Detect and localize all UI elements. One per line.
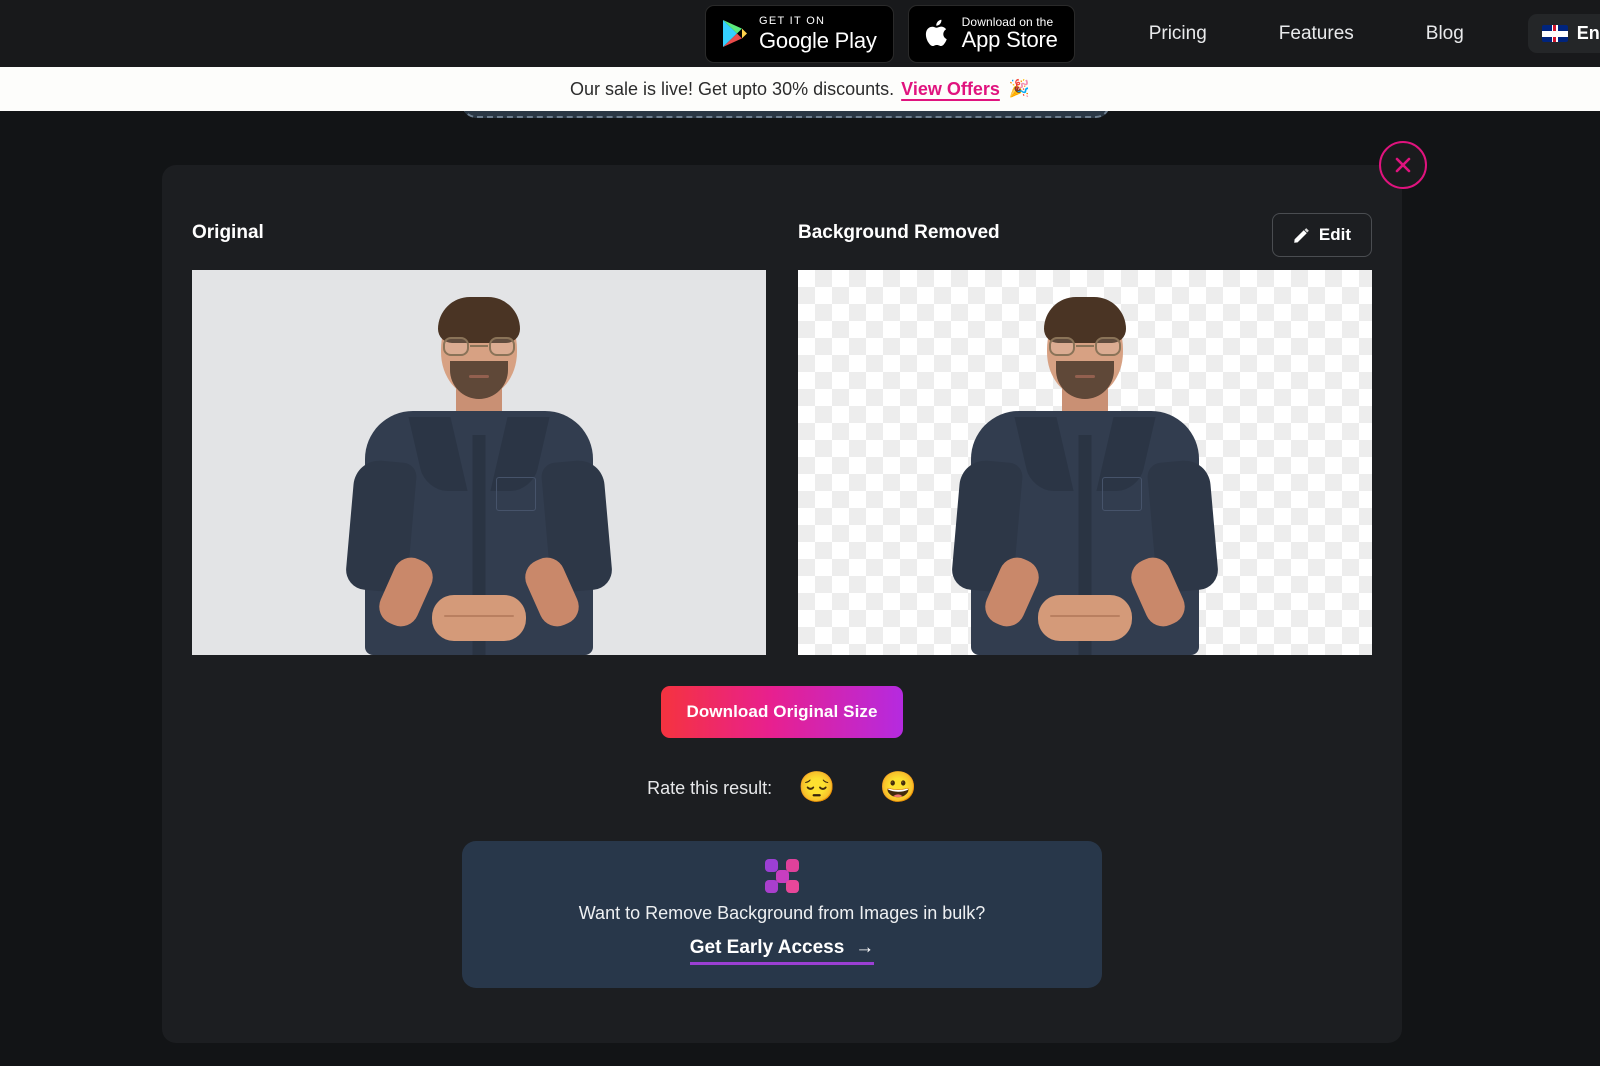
language-label: English — [1576, 23, 1600, 43]
app-store-big-label: App Store — [961, 27, 1058, 52]
google-play-small-label: GET IT ON — [759, 14, 826, 27]
uk-flag-icon — [1541, 25, 1568, 42]
close-button[interactable] — [1379, 141, 1427, 189]
google-play-badge-text: GET IT ON Google Play — [759, 14, 877, 53]
google-play-badge[interactable]: GET IT ON Google Play — [705, 4, 894, 63]
rating-label: Rate this result: — [647, 777, 773, 798]
background-removed-column-title: Background Removed — [798, 222, 1000, 243]
apple-icon — [925, 18, 951, 49]
bulk-promo-heading: Want to Remove Background from Images in… — [578, 903, 986, 923]
result-panel: Original Background Removed Edit Downloa… — [162, 165, 1402, 1043]
background-removed-image — [798, 270, 1372, 655]
edit-button-label: Edit — [1318, 225, 1351, 244]
nav-item-blog[interactable]: Blog — [1412, 15, 1478, 53]
original-image — [192, 270, 766, 655]
get-early-access-link[interactable]: Get Early Access → — [689, 937, 875, 965]
sad-emoji[interactable]: 😔 — [798, 773, 835, 803]
nav-item-features[interactable]: Features — [1265, 15, 1368, 53]
bulk-promo-card: Want to Remove Background from Images in… — [462, 841, 1102, 988]
original-person-photo — [344, 285, 614, 655]
get-early-access-label: Get Early Access — [689, 937, 845, 958]
panel-header-row: Original Background Removed Edit — [192, 213, 1372, 259]
app-store-badge-text: Download on the App Store — [962, 16, 1058, 51]
party-popper-icon: 🎉 — [1008, 79, 1031, 98]
view-offers-link[interactable]: View Offers — [901, 79, 1000, 100]
download-original-size-button[interactable]: Download Original Size — [661, 686, 903, 738]
close-icon — [1395, 157, 1411, 173]
pencil-icon — [1294, 227, 1309, 243]
edit-button[interactable]: Edit — [1271, 213, 1372, 257]
sale-banner: Our sale is live! Get upto 30% discounts… — [0, 67, 1600, 111]
original-column-title: Original — [192, 222, 264, 243]
sale-banner-message: Our sale is live! Get upto 30% discounts… — [569, 78, 895, 99]
google-play-icon — [722, 19, 748, 48]
arrow-right-icon: → — [855, 937, 875, 958]
google-play-big-label: Google Play — [759, 27, 877, 53]
happy-emoji[interactable]: 😀 — [880, 773, 917, 803]
rating-row: Rate this result: 😔 😀 — [162, 773, 1402, 803]
nav-item-pricing[interactable]: Pricing — [1135, 15, 1221, 53]
bulk-logo-icon — [765, 859, 799, 893]
language-selector[interactable]: English — [1527, 14, 1600, 53]
cutout-person-photo — [950, 285, 1220, 655]
nav-links: Pricing Features Blog — [1113, 15, 1500, 53]
app-store-badge[interactable]: Download on the App Store — [907, 4, 1075, 63]
top-navigation-bar: GET IT ON Google Play Download on the Ap… — [0, 0, 1600, 67]
